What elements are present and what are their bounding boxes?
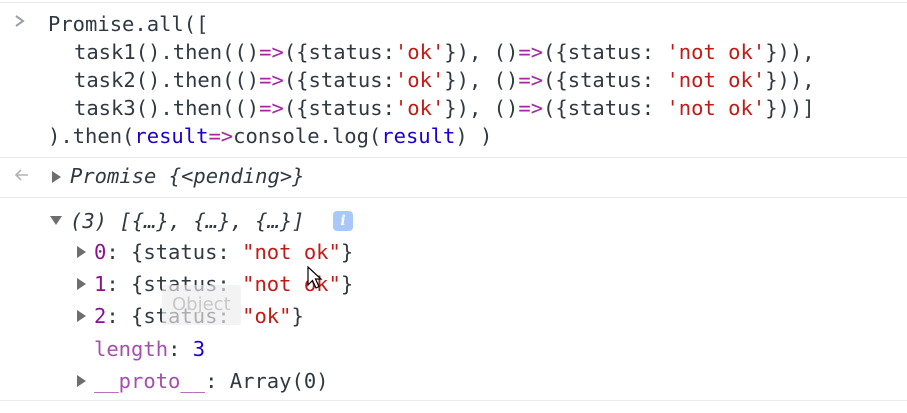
array-item-0[interactable]: 0: {status: "not ok"} [94,238,353,266]
code-line-then[interactable]: ).then(result=>console.log(result) ) [48,122,492,150]
array-proto[interactable]: __proto__: Array(0) [94,367,329,395]
promise-result[interactable]: Promise {<pending>} [70,162,305,190]
code-line-1[interactable]: Promise.all([ [48,10,208,38]
expand-triangle-icon[interactable] [77,278,86,290]
code-line-task1[interactable]: task1().then(()=>({status:'ok'}), ()=>({… [74,38,815,66]
console-divider-2 [0,197,907,198]
array-summary[interactable]: (3) [{…}, {…}, {…}] [70,207,305,235]
object-tooltip: Object [162,285,241,325]
expand-triangle-icon[interactable] [77,246,86,258]
expand-triangle-icon[interactable] [52,171,61,183]
back-arrow-icon [14,166,30,187]
code-line-task2[interactable]: task2().then(()=>({status:'ok'}), ()=>({… [74,66,815,94]
code-line-task3[interactable]: task3().then(()=>({status:'ok'}), ()=>({… [74,94,815,122]
info-icon[interactable]: i [333,211,353,231]
console-divider-1 [0,157,907,158]
console-top-divider [0,2,907,3]
console-bottom-divider [0,400,907,401]
expand-triangle-icon[interactable] [77,310,86,322]
mouse-pointer-icon [307,265,323,295]
collapse-triangle-icon[interactable] [50,216,62,225]
chevron-right-icon [14,12,26,33]
array-length: length: 3 [94,337,206,361]
expand-triangle-icon[interactable] [77,375,86,387]
